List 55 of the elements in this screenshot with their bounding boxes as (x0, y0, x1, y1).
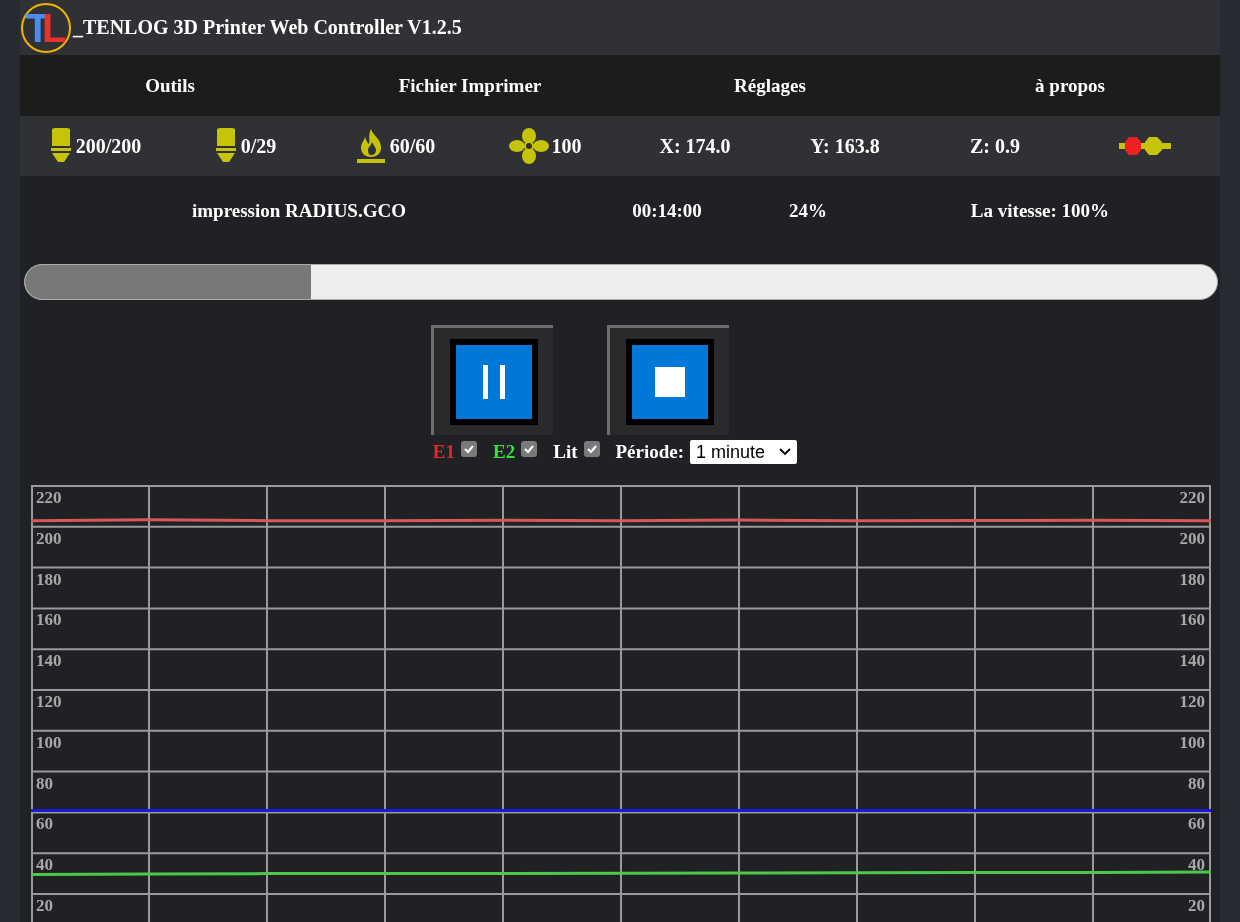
y-tick-label: 20 (36, 896, 53, 915)
status-value: X: 174.0 (659, 134, 731, 158)
speed-label: La vitesse: 100% (970, 199, 1110, 222)
series-label: Lit (553, 441, 578, 463)
nozzle-icon (48, 128, 73, 164)
status-value: 100 (551, 134, 582, 158)
y-tick-label: 140 (1179, 651, 1205, 671)
flame-icon (354, 128, 387, 164)
period-label: Période: (615, 441, 685, 463)
stop-button[interactable] (607, 325, 729, 435)
y-tick-label: 60 (36, 814, 53, 834)
y-tick-label: 20 (1188, 896, 1205, 915)
y-tick-label: 80 (36, 773, 53, 793)
y-tick-label: 40 (1188, 855, 1205, 875)
y-tick-label: 120 (1179, 692, 1205, 711)
y-tick-label: 180 (1179, 569, 1205, 589)
stop-icon (654, 366, 685, 397)
series-label: E2 (493, 441, 516, 463)
status-value: 0/29 (240, 134, 277, 158)
status-value: Z: 0.9 (970, 134, 1020, 158)
elapsed-time: 00:14:00 (632, 199, 702, 222)
app-title: _TENLOG 3D Printer Web Controller V1.2.5 (73, 16, 462, 39)
y-tick-label: 80 (1188, 773, 1205, 793)
y-tick-label: 40 (36, 855, 53, 875)
period-select[interactable]: 1 minute (690, 440, 798, 464)
nav-link[interactable]: Fichier Imprimer (398, 74, 542, 97)
status-value: Y: 163.8 (810, 134, 880, 158)
y-tick-label: 200 (36, 528, 62, 548)
y-tick-label: 200 (1179, 528, 1205, 548)
y-tick-label: 100 (1179, 732, 1205, 752)
y-tick-label: 120 (36, 692, 62, 711)
y-tick-label: 180 (36, 569, 62, 589)
status-value: 60/60 (389, 134, 436, 158)
y-tick-label: 160 (36, 610, 62, 630)
y-tick-label: 220 (1179, 488, 1205, 507)
y-tick-label: 60 (1188, 814, 1205, 834)
file-name: impression RADIUS.GCO (192, 199, 406, 222)
chevron-down-icon (779, 448, 792, 456)
y-tick-label: 140 (36, 651, 62, 671)
nav-link[interactable]: Outils (145, 74, 195, 97)
pause-button[interactable] (431, 325, 553, 435)
y-tick-label: 160 (1179, 610, 1205, 630)
progress-percent: 24% (789, 199, 827, 222)
nozzle-icon (213, 128, 238, 164)
y-tick-label: 100 (36, 732, 62, 752)
y-tick-label: 220 (36, 488, 62, 507)
fan-icon (508, 128, 549, 164)
nav-link[interactable]: Réglages (734, 74, 806, 97)
nav-link[interactable]: à propos (1035, 74, 1105, 97)
series-checkbox[interactable] (461, 441, 478, 457)
status-value: 200/200 (75, 134, 142, 158)
connection-icon (1119, 135, 1171, 157)
series-label: E1 (432, 441, 456, 463)
series-checkbox[interactable] (583, 441, 600, 457)
series-checkbox[interactable] (521, 441, 538, 457)
